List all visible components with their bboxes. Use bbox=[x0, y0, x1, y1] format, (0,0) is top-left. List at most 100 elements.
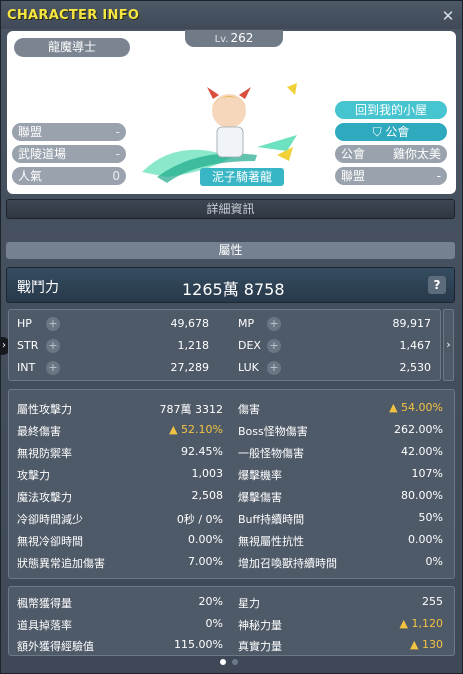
stat-value: 42.00% bbox=[401, 445, 443, 458]
detail-info-button[interactable]: 詳細資訊 bbox=[6, 199, 455, 219]
level-badge: Lv. 262 bbox=[185, 30, 283, 47]
plus-icon[interactable]: + bbox=[46, 339, 60, 353]
stat-value: 0秒 / 0% bbox=[176, 513, 223, 526]
guild-button-label: 公會 bbox=[385, 125, 410, 139]
dojo-label: 武陵道場 bbox=[18, 147, 67, 161]
page-dot-inactive[interactable] bbox=[232, 659, 238, 665]
plus-icon[interactable]: + bbox=[267, 361, 281, 375]
stat-label: MP bbox=[238, 317, 255, 330]
page-indicator[interactable] bbox=[220, 657, 250, 667]
stat-value: 27,289 bbox=[170, 361, 210, 374]
extra-stat-row: 真實力量 ▲ 130 bbox=[238, 635, 443, 654]
stat-value: ▲ 130 bbox=[410, 638, 443, 651]
detail-stats-panel: 屬性攻擊力 787萬 3312 傷害 ▲ 54.00% 最終傷害 ▲ 52.10% Boss… bbox=[8, 389, 455, 579]
close-icon[interactable]: ✕ bbox=[439, 7, 457, 25]
stat-mp: MP + 89,917 bbox=[238, 315, 431, 333]
detail-stat-row: Buff持續時間 50% bbox=[238, 508, 443, 527]
stat-dex: DEX + 1,467 bbox=[238, 337, 431, 355]
plus-icon[interactable]: + bbox=[46, 361, 60, 375]
character-face bbox=[212, 94, 246, 128]
stat-value: 2,508 bbox=[191, 489, 224, 502]
fame-label: 人氣 bbox=[18, 169, 43, 183]
extra-stat-row: 道具掉落率 0% bbox=[17, 614, 223, 633]
detail-stat-row: 魔法攻擊力 2,508 bbox=[17, 486, 223, 505]
detail-stat-row: 傷害 ▲ 54.00% bbox=[238, 398, 443, 417]
stat-label: LUK bbox=[238, 361, 259, 374]
stat-label: 星力 bbox=[238, 597, 260, 610]
stat-value: 20% bbox=[198, 595, 223, 608]
attributes-header: 屬性 bbox=[6, 242, 455, 259]
detail-stat-row: 最終傷害 ▲ 52.10% bbox=[17, 420, 223, 439]
union-row: 聯盟 - bbox=[12, 123, 126, 141]
alliance-label: 聯盟 bbox=[341, 169, 366, 183]
detail-stat-row: Boss怪物傷害 262.00% bbox=[238, 420, 443, 439]
stat-value: 107% bbox=[411, 467, 443, 480]
stat-value: 115.00% bbox=[174, 638, 223, 651]
stat-label: 道具掉落率 bbox=[17, 618, 72, 632]
extra-stat-row: 神秘力量 ▲ 1,120 bbox=[238, 614, 443, 633]
stat-value: 0.00% bbox=[188, 533, 223, 546]
stat-label: 額外獲得經驗值 bbox=[17, 640, 94, 653]
stat-value: 80.00% bbox=[401, 489, 443, 502]
detail-stat-row: 增加召喚獸持續時間 0% bbox=[238, 552, 443, 571]
stat-label: 增加召喚獸持續時間 bbox=[238, 557, 337, 570]
title-bar[interactable]: CHARACTER INFO ✕ bbox=[1, 1, 462, 29]
character-name: 泥子騎著龍 bbox=[200, 168, 284, 186]
page-dot-active[interactable] bbox=[220, 659, 226, 665]
plus-icon[interactable]: + bbox=[46, 317, 60, 331]
dojo-value: - bbox=[115, 147, 120, 161]
stat-label: INT bbox=[17, 361, 36, 374]
dojo-row: 武陵道場 - bbox=[12, 145, 126, 163]
detail-stat-row: 無視屬性抗性 0.00% bbox=[238, 530, 443, 549]
stat-label: 屬性攻擊力 bbox=[17, 403, 72, 416]
right-arrow-icon[interactable]: › bbox=[443, 309, 454, 381]
stat-value: 7.00% bbox=[188, 555, 223, 568]
stat-label: 魔法攻擊力 bbox=[17, 491, 72, 504]
stat-value: ▲ 1,120 bbox=[399, 616, 443, 630]
stat-value: 89,917 bbox=[392, 317, 432, 330]
stat-value: 1,218 bbox=[177, 339, 210, 352]
combat-power-label: 戰鬥力 bbox=[17, 280, 59, 296]
stat-label: 攻擊力 bbox=[17, 469, 50, 482]
base-stats-panel: HP + 49,678 MP + 89,917 STR + 1,218 DEX … bbox=[8, 309, 441, 381]
plus-icon[interactable]: + bbox=[267, 339, 281, 353]
detail-stat-row: 狀態異常追加傷害 7.00% bbox=[17, 552, 223, 571]
stat-value: 0% bbox=[205, 616, 223, 630]
guild-button[interactable]: ⛉ 公會 bbox=[335, 123, 447, 141]
go-home-button[interactable]: 回到我的小屋 bbox=[335, 101, 447, 119]
guild-row: 公會 雞你太美 bbox=[335, 145, 447, 163]
shield-icon: ⛉ bbox=[372, 125, 382, 139]
fame-row: 人氣 0 bbox=[12, 167, 126, 185]
stat-label: 最終傷害 bbox=[17, 425, 61, 438]
familiar bbox=[287, 83, 297, 95]
extra-stat-row: 楓幣獲得量 20% bbox=[17, 592, 223, 611]
stat-label: HP bbox=[17, 317, 32, 330]
stat-value: 0% bbox=[425, 555, 443, 568]
help-icon[interactable]: ? bbox=[428, 276, 446, 294]
stat-value: 1,003 bbox=[191, 467, 224, 480]
stat-value: 1,467 bbox=[399, 339, 432, 352]
stat-label: 爆擊傷害 bbox=[238, 491, 282, 504]
fame-value: 0 bbox=[112, 169, 120, 183]
stat-label: 神秘力量 bbox=[238, 618, 282, 632]
detail-stat-row: 攻擊力 1,003 bbox=[17, 464, 223, 483]
stat-label: STR bbox=[17, 339, 39, 352]
alliance-row: 聯盟 - bbox=[335, 167, 447, 185]
stat-label: 一般怪物傷害 bbox=[238, 447, 304, 460]
level-value: 262 bbox=[230, 31, 254, 45]
stat-label: Boss怪物傷害 bbox=[238, 425, 308, 438]
window-title: CHARACTER INFO bbox=[7, 8, 140, 23]
plus-icon[interactable]: + bbox=[267, 317, 281, 331]
stat-int: INT + 27,289 bbox=[17, 359, 209, 377]
stat-value: 49,678 bbox=[170, 317, 210, 330]
stat-value: 50% bbox=[418, 511, 443, 524]
stat-label: 無視防禦率 bbox=[17, 447, 72, 460]
stat-value: 787萬 3312 bbox=[159, 403, 224, 416]
character-info-window: CHARACTER INFO ✕ 龍魔導士 Lv. 262 聯盟 - 武陵道場 -… bbox=[0, 0, 463, 674]
stat-value: 2,530 bbox=[399, 361, 432, 374]
combat-power-panel: 戰鬥力 1265萬 8758 ? bbox=[6, 267, 455, 303]
union-value: - bbox=[115, 125, 120, 139]
stat-value: ▲ 54.00% bbox=[389, 401, 443, 414]
extra-stat-row: 額外獲得經驗值 115.00% bbox=[17, 635, 223, 654]
horn-right bbox=[239, 87, 251, 99]
